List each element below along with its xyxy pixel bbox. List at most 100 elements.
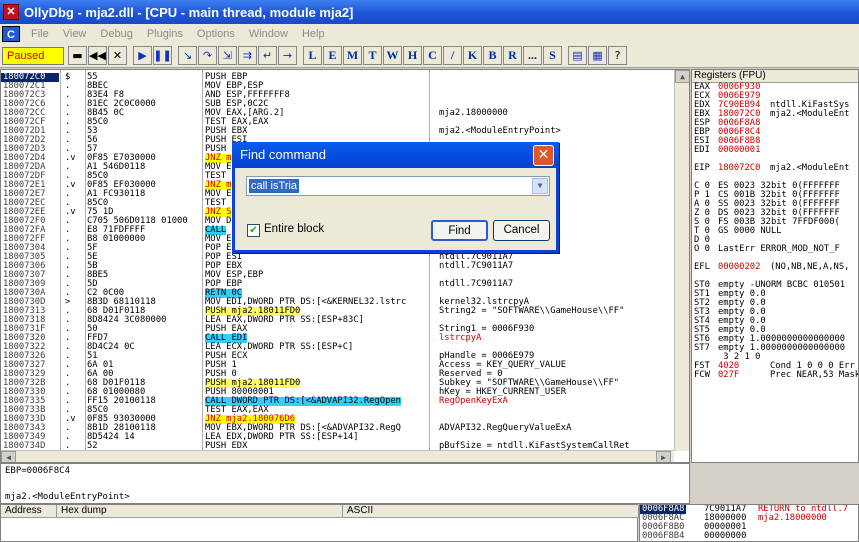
register-row[interactable]: ST0 empty -UNORM BCBC 010501 — [692, 281, 858, 290]
stack-row[interactable]: 0006F8B4 00000000 — [640, 532, 858, 541]
cancel-button[interactable]: Cancel — [493, 220, 550, 241]
executable-modules-button[interactable]: E — [323, 46, 342, 65]
debugging-options-icon[interactable]: ▤ — [568, 46, 587, 65]
register-row[interactable]: EDI 00000001 — [692, 146, 858, 155]
menu-options[interactable]: Options — [190, 28, 242, 40]
scroll-right-icon[interactable]: ▶ — [656, 451, 671, 462]
register-name: EFL — [694, 262, 710, 272]
find-button[interactable]: Find — [431, 220, 488, 241]
disasm-row[interactable]: 18007307. 8BE5 MOV ESP,EBP — [1, 271, 689, 280]
command-input-value[interactable]: call isTria — [249, 179, 300, 193]
register-name: EIP — [694, 163, 710, 173]
disasm-row[interactable]: 18007322. 8D4C24 0C LEA ECX,DWORD PTR SS:[… — [1, 343, 689, 352]
cpu-button[interactable]: C — [423, 46, 442, 65]
dialog-close-icon[interactable]: ✕ — [533, 145, 554, 166]
disassembly-pane[interactable]: 180072C0 $55 PUSH EBP 180072C1. 8BEC MOV EBP,… — [0, 69, 690, 463]
register-row[interactable]: ST4 empty 0.0 — [692, 317, 858, 326]
comment-text: lstrcpyA — [439, 333, 482, 343]
disasm-row[interactable]: 180072D1. 53 PUSH EBX mja2.<ModuleEntryPoin… — [1, 127, 689, 136]
window-title: OllyDbg - mja2.dll - [CPU - main thread,… — [24, 4, 354, 20]
register-row[interactable]: ST3 empty 0.0 — [692, 308, 858, 317]
run-trace-button[interactable]: ... — [523, 46, 542, 65]
rewind-icon[interactable]: ◀◀ — [88, 46, 107, 65]
register-name: ST7 — [694, 343, 710, 353]
memory-map-button[interactable]: M — [343, 46, 362, 65]
breakpoints-button[interactable]: B — [483, 46, 502, 65]
disasm-row[interactable]: 18007305. 5E POP ESI ntdll.7C9011A7 — [1, 253, 689, 262]
register-name: EDI — [694, 145, 710, 155]
help-icon[interactable]: ? — [608, 46, 627, 65]
register-row[interactable]: ST1 empty 0.0 — [692, 290, 858, 299]
execute-till-return-icon[interactable]: ↵ — [258, 46, 277, 65]
dump-pane[interactable]: Address Hex dump ASCII — [0, 504, 639, 542]
windows-button[interactable]: W — [383, 46, 402, 65]
pause-icon[interactable]: ❚❚ — [153, 46, 172, 65]
close-icon[interactable]: ✕ — [108, 46, 127, 65]
register-row[interactable]: EBP 0006F8C4 — [692, 128, 858, 137]
register-row[interactable]: EBX 180072C0 mja2.<ModuleEnt — [692, 110, 858, 119]
scroll-left-icon[interactable]: ◀ — [1, 451, 16, 462]
entire-block-label[interactable]: Entire block — [264, 223, 324, 235]
register-name: FCW — [694, 370, 710, 380]
register-value[interactable]: 00000001 — [718, 146, 770, 155]
register-value[interactable]: 00000202 — [718, 263, 770, 272]
register-value[interactable]: 180072C0 — [718, 164, 770, 173]
register-row[interactable]: EAX 0006F930 — [692, 83, 858, 92]
command-combo-input[interactable]: call isTria ▼ — [246, 176, 550, 196]
disasm-vertical-scrollbar[interactable]: ▲ — [674, 70, 689, 451]
stack-comment: mja2.18000000 — [758, 513, 827, 523]
handles-button[interactable]: H — [403, 46, 422, 65]
register-row[interactable]: T 0 GS 0000 NULL — [692, 227, 858, 236]
step-over-icon[interactable]: ↷ — [198, 46, 217, 65]
register-comment: Prec NEAR,53 Mask — [770, 370, 859, 380]
run-icon[interactable]: ▶ — [133, 46, 152, 65]
disasm-horizontal-scrollbar[interactable]: ◀ ▶ — [1, 450, 674, 462]
stack-pane[interactable]: 0006F8A8 7C9011A7 RETURN to ntdll.7 0006F8A… — [639, 504, 859, 542]
log-window-button[interactable]: L — [303, 46, 322, 65]
source-button[interactable]: S — [543, 46, 562, 65]
register-comment: mja2.<ModuleEnt — [770, 109, 850, 119]
status-paused: Paused — [2, 46, 64, 65]
open-icon[interactable]: ▬ — [68, 46, 87, 65]
entire-block-checkbox[interactable]: ✔ — [247, 224, 260, 237]
call-stack-button[interactable]: K — [463, 46, 482, 65]
register-row[interactable]: ESP 0006F8A8 — [692, 119, 858, 128]
menu-plugins[interactable]: Plugins — [140, 28, 190, 40]
menu-debug[interactable]: Debug — [93, 28, 139, 40]
register-row[interactable]: FCW 027F Prec NEAR,53 Mask — [692, 371, 858, 380]
register-row[interactable]: EFL 00000202 (NO,NB,NE,A,NS, — [692, 263, 858, 272]
info-pane: EBP=0006F8C4 mja2.<ModuleEntryPoint> — [0, 463, 690, 504]
comment-text: ntdll.7C9011A7 — [439, 279, 514, 289]
register-value[interactable]: 027F — [718, 371, 770, 380]
registers-pane[interactable]: Registers (FPU) EAX 0006F930 ECX 0006E979 ED… — [691, 69, 859, 463]
menu-window[interactable]: Window — [242, 28, 295, 40]
cpu-window-icon[interactable]: C — [2, 26, 20, 42]
register-row[interactable]: ST7 empty 1.0000000000000000 — [692, 344, 858, 353]
register-row[interactable]: ST2 empty 0.0 — [692, 299, 858, 308]
appearance-icon[interactable]: ▦ — [588, 46, 607, 65]
goto-icon[interactable]: → — [278, 46, 297, 65]
menu-file[interactable]: File — [24, 28, 56, 40]
step-into-icon[interactable]: ↘ — [178, 46, 197, 65]
menu-help[interactable]: Help — [295, 28, 332, 40]
register-row[interactable]: O 0 LastErr ERROR_MOD_NOT_F — [692, 245, 858, 254]
menu-view[interactable]: View — [56, 28, 94, 40]
threads-button[interactable]: T — [363, 46, 382, 65]
references-button[interactable]: R — [503, 46, 522, 65]
dump-header-ascii[interactable]: ASCII — [343, 505, 639, 518]
dump-header-address[interactable]: Address — [1, 505, 57, 518]
trace-into-icon[interactable]: ⇲ — [218, 46, 237, 65]
register-row[interactable]: ESI 0006F8B8 — [692, 137, 858, 146]
info-line-ebp: EBP=0006F8C4 — [5, 466, 71, 476]
chevron-down-icon[interactable]: ▼ — [532, 178, 548, 194]
register-name: O 0 — [694, 244, 710, 254]
stack-address[interactable]: 0006F8B4 — [642, 532, 684, 541]
disasm-row[interactable]: 180072CF. 85C0 TEST EAX,EAX — [1, 118, 689, 127]
disasm-row[interactable]: 18007318. 8D8424 3C080000 LEA EAX,DWORD PT… — [1, 316, 689, 325]
dump-header-hex[interactable]: Hex dump — [57, 505, 343, 518]
patches-button[interactable]: / — [443, 46, 462, 65]
registers-header[interactable]: Registers (FPU) — [692, 70, 858, 83]
scroll-up-icon[interactable]: ▲ — [675, 70, 689, 83]
trace-over-icon[interactable]: ⇉ — [238, 46, 257, 65]
register-row[interactable]: EIP 180072C0 mja2.<ModuleEnt — [692, 164, 858, 173]
